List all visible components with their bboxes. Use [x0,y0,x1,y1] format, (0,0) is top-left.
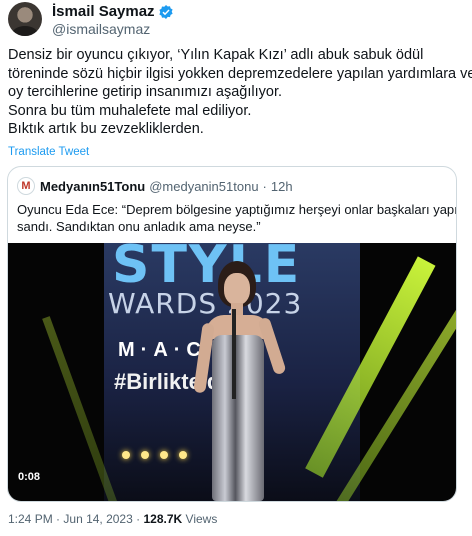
dot-separator: · [136,512,141,526]
stage-light [160,451,168,459]
verified-badge-icon [158,5,173,19]
author-display-name[interactable]: İsmail Saymaz [52,3,155,21]
quoted-tweet-text: Oyuncu Eda Ece: “Deprem bölgesine yaptığ… [17,201,457,235]
stage-light [141,451,149,459]
dot-separator: · [262,178,267,194]
quoted-tweet-header: M Medyanın51Tonu @medyanin51tonu · 12h [17,177,293,195]
quoted-tweet-time[interactable]: 12h [271,179,293,194]
tweet-meta: 1:24 PM · Jun 14, 2023 · 128.7K Views [8,512,217,526]
tweet-text-line: töreninde sözü hiçbir ilgisi yokken depr… [8,65,472,82]
video-duration: 0:08 [18,471,41,483]
views-label: Views [185,512,218,526]
video-player[interactable]: STYLE WARDS 2023 M·A·C #Birlikte don 0:0… [8,243,456,501]
stage-light [179,451,187,459]
video-frame: STYLE WARDS 2023 M·A·C #Birlikte don [42,243,456,501]
tweet-text: Densiz bir oyuncu çıkıyor, ‘Yılın Kapak … [8,46,472,139]
speaker-figure [193,261,287,501]
tweet-text-line: oy tercihlerine getirip insanımızı aşağı… [8,84,283,100]
quoted-text-line: sandı. Sandıktan onu anladık ama neyse.” [17,219,261,234]
speaker-face [224,273,250,305]
quoted-author-name[interactable]: Medyanın51Tonu [40,179,145,194]
stage-light [122,451,130,459]
tweet-text-line: Densiz bir oyuncu çıkıyor, ‘Yılın Kapak … [8,47,424,63]
tweet-text-line: Sonra bu tüm muhalefete mal ediliyor. [8,102,252,119]
tweet-text-line: Bıktık artık bu zevzekliklerden. [8,121,204,137]
tweet-time[interactable]: 1:24 PM [8,512,53,526]
author-avatar[interactable] [8,2,42,36]
tweet-date[interactable]: Jun 14, 2023 [63,512,132,526]
tweet-header: İsmail Saymaz @ismailsaymaz [8,2,174,38]
speaker-dress [212,335,264,501]
translate-tweet-link[interactable]: Translate Tweet [8,146,89,158]
stage-text-brand: M·A·C [118,339,207,361]
quoted-tweet-card[interactable]: M Medyanın51Tonu @medyanin51tonu · 12h O… [7,166,457,502]
quoted-text-line: Oyuncu Eda Ece: “Deprem bölgesine yaptığ… [17,202,457,217]
views-count: 128.7K [143,512,183,526]
quoted-author-handle[interactable]: @medyanin51tonu [149,179,258,194]
microphone-stand [232,309,236,399]
quoted-author-avatar[interactable]: M [17,177,35,195]
display-name-row: İsmail Saymaz [52,3,174,21]
author-handle[interactable]: @ismailsaymaz [52,21,174,38]
author-names: İsmail Saymaz @ismailsaymaz [52,3,174,38]
stage-lights [122,451,187,459]
dot-separator: · [56,512,61,526]
